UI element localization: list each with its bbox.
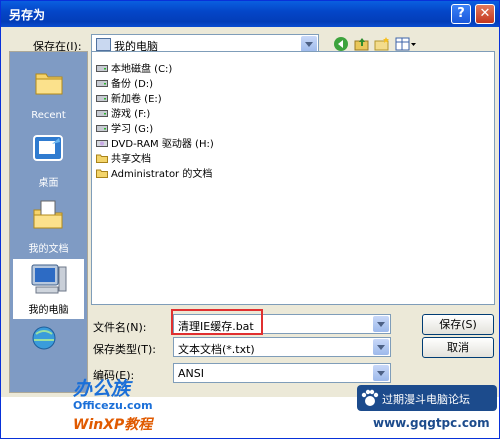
drive-icon <box>96 95 108 102</box>
my-documents-icon <box>33 200 63 229</box>
file-label: DVD-RAM 驱动器 (H:) <box>111 139 214 150</box>
place-desktop[interactable]: 桌面 <box>12 128 85 192</box>
desktop-icon <box>33 135 63 161</box>
paw-icon <box>361 389 379 406</box>
list-item[interactable]: 本地磁盘 (C:) <box>96 60 173 75</box>
back-icon[interactable] <box>333 36 349 52</box>
drive-icon <box>96 125 108 132</box>
place-label: Recent <box>31 110 66 121</box>
dvd-drive-icon <box>96 140 108 147</box>
filetype-value: 文本文档(*.txt) <box>178 343 255 356</box>
file-list[interactable]: 本地磁盘 (C:) 备份 (D:) 新加卷 (E:) 游戏 (F:) 学习 (G… <box>91 51 495 305</box>
new-folder-icon[interactable] <box>374 36 390 52</box>
place-recent[interactable]: Recent <box>12 60 85 124</box>
recent-folder-icon <box>35 73 63 95</box>
place-my-computer[interactable]: 我的电脑 <box>12 258 85 320</box>
highlight-box <box>171 309 263 335</box>
up-folder-icon[interactable] <box>354 36 370 52</box>
chevron-down-icon[interactable] <box>301 36 317 52</box>
save-as-dialog: 另存为 ? ✕ 保存在(I): 我的电脑 Recent 桌面 我的文档 我的电脑 <box>0 0 500 439</box>
file-label: 学习 (G:) <box>111 124 154 135</box>
list-item[interactable]: 学习 (G:) <box>96 120 154 135</box>
window-title: 另存为 <box>9 8 46 22</box>
folder-icon <box>96 169 108 178</box>
encoding-value: ANSI <box>178 367 204 380</box>
my-computer-small-icon <box>96 38 111 51</box>
place-my-documents[interactable]: 我的文档 <box>12 194 85 258</box>
brand-xp-tutorial: WinXP教程 <box>73 417 153 433</box>
filetype-dropdown[interactable]: 文本文档(*.txt) <box>173 337 391 357</box>
forum-name: 过期漫斗电脑论坛 <box>382 393 470 406</box>
encoding-dropdown[interactable]: ANSI <box>173 363 391 383</box>
title-bar: 另存为 ? ✕ <box>1 1 499 27</box>
save-button[interactable]: 保存(S) <box>422 314 494 335</box>
my-network-icon[interactable] <box>28 324 64 354</box>
place-label: 桌面 <box>38 178 59 189</box>
drive-icon <box>96 65 108 72</box>
list-item[interactable]: 备份 (D:) <box>96 75 154 90</box>
list-item[interactable]: 共享文档 <box>96 150 151 165</box>
place-label: 我的文档 <box>28 244 69 255</box>
close-button[interactable]: ✕ <box>475 4 495 24</box>
chevron-down-icon[interactable] <box>373 365 389 381</box>
file-label: 共享文档 <box>111 154 151 165</box>
drive-icon <box>96 80 108 87</box>
brand-logo-cn: 办公族 <box>73 378 131 400</box>
chevron-down-icon[interactable] <box>373 316 389 332</box>
file-label: 本地磁盘 (C:) <box>111 64 173 75</box>
file-label: 新加卷 (E:) <box>111 94 162 105</box>
forum-url: www.gqgtpc.com <box>373 416 490 430</box>
help-button[interactable]: ? <box>451 4 471 24</box>
filename-label: 文件名(N): <box>93 321 147 334</box>
drive-icon <box>96 110 108 117</box>
my-computer-icon <box>31 264 67 294</box>
list-item[interactable]: DVD-RAM 驱动器 (H:) <box>96 135 214 150</box>
forum-badge: 过期漫斗电脑论坛 <box>357 385 497 411</box>
cancel-button[interactable]: 取消 <box>422 337 494 358</box>
places-bar: Recent 桌面 我的文档 我的电脑 <box>9 51 88 393</box>
file-label: 备份 (D:) <box>111 79 154 90</box>
folder-icon <box>96 154 108 163</box>
view-menu-icon[interactable] <box>395 36 417 52</box>
file-label: Administrator 的文档 <box>111 169 213 180</box>
list-item[interactable]: 新加卷 (E:) <box>96 90 162 105</box>
list-item[interactable]: Administrator 的文档 <box>96 165 213 180</box>
place-label: 我的电脑 <box>28 305 69 316</box>
chevron-down-icon[interactable] <box>373 339 389 355</box>
file-label: 游戏 (F:) <box>111 109 151 120</box>
brand-url: Officezu.com <box>73 399 153 412</box>
list-item[interactable]: 游戏 (F:) <box>96 105 151 120</box>
filetype-label: 保存类型(T): <box>93 343 157 356</box>
